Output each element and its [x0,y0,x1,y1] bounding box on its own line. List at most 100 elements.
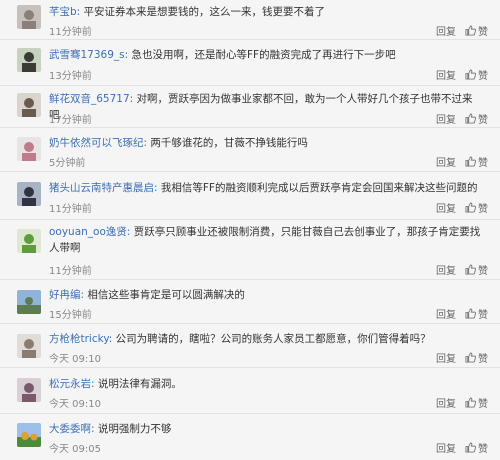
user-avatar[interactable] [17,334,41,358]
user-avatar[interactable] [17,137,41,161]
timestamp: 5分钟前 [49,158,86,169]
user-avatar[interactable] [17,5,41,29]
reply-button[interactable]: 回复 [436,262,456,277]
username[interactable]: 猪头山云南特产惠晨启: [49,182,158,194]
comment-actions: 回复 赞 [436,23,488,38]
comment-text-line: ooyuan_oo逸贤: 贾跃亭只顾事业还被限制消费，只能甘薇自己去创事业了，那… [49,224,482,256]
timestamp: 11分钟前 [49,204,92,215]
comment-text: 我相信等FF的融资顺利完成以后贾跃亭肯定会回国来解决这些问题的 [160,182,478,194]
comment-item: 武雪骞17369_s: 急也没用啊，还是耐心等FF的融资完成了再进行下一步吧 1… [0,40,500,86]
like-label: 赞 [478,354,488,365]
comment-list: 芊宝b: 平安证券本来是想要钱的，这么一来，钱更要不着了 11分钟前 回复 赞 … [0,0,500,460]
username[interactable]: 芊宝b: [49,6,80,18]
comment-text-line: 好冉编: 相信这些事肯定是可以圆满解决的 [49,287,482,303]
timestamp: 今天 09:05 [49,444,101,455]
thumbs-up-icon [465,202,476,213]
like-button[interactable]: 赞 [465,23,488,38]
comment-actions: 回复 赞 [436,67,488,82]
username[interactable]: 武雪骞17369_s: [49,49,128,61]
comment-item: 奶牛依然可以飞琢纪: 两千够谁花的，甘薇不挣钱能行吗 5分钟前 回复 赞 [0,128,500,172]
like-button[interactable]: 赞 [465,262,488,277]
thumbs-up-icon [465,156,476,167]
username[interactable]: 奶牛依然可以飞琢纪: [49,137,147,149]
reply-button[interactable]: 回复 [436,350,456,365]
comment-actions: 回复 赞 [436,306,488,321]
comment-item: 大委委啊: 说明强制力不够 今天 09:05 回复 赞 [0,414,500,460]
user-avatar[interactable] [17,182,41,206]
username[interactable]: 大委委啊: [49,423,95,435]
like-button[interactable]: 赞 [465,440,488,455]
comment-text-line: 大委委啊: 说明强制力不够 [49,421,482,437]
like-label: 赞 [478,266,488,277]
comment-actions: 回复 赞 [436,440,488,455]
like-button[interactable]: 赞 [465,395,488,410]
thumbs-up-icon [465,352,476,363]
comment-text-line: 松元永岩: 说明法律有漏洞。 [49,376,482,392]
like-button[interactable]: 赞 [465,111,488,126]
username[interactable]: 方枪枪tricky: [49,333,112,345]
thumbs-up-icon [465,442,476,453]
username[interactable]: 松元永岩: [49,378,95,390]
reply-button[interactable]: 回复 [436,111,456,126]
comment-item: 好冉编: 相信这些事肯定是可以圆满解决的 15分钟前 回复 赞 [0,280,500,324]
comment-text: 平安证券本来是想要钱的，这么一来，钱更要不着了 [83,6,326,18]
comment-text: 公司为聘请的，瞎啦？公司的账务人家员工都愿意，你们管得着吗？ [115,333,431,345]
user-avatar[interactable] [17,290,41,314]
timestamp: 今天 09:10 [49,399,101,410]
username[interactable]: 鲜花双音_65717: [49,93,133,105]
user-avatar[interactable] [17,423,41,447]
comment-text-line: 芊宝b: 平安证券本来是想要钱的，这么一来，钱更要不着了 [49,4,482,20]
user-avatar[interactable] [17,229,41,253]
thumbs-up-icon [465,264,476,275]
like-button[interactable]: 赞 [465,154,488,169]
comment-actions: 回复 赞 [436,111,488,126]
like-label: 赞 [478,158,488,169]
comment-item: 鲜花双音_65717: 对啊，贾跃亭因为做事业家都不回，敢为一个人带好几个孩子也… [0,86,500,128]
username[interactable]: ooyuan_oo逸贤: [49,226,130,238]
thumbs-up-icon [465,308,476,319]
like-button[interactable]: 赞 [465,350,488,365]
timestamp: 11分钟前 [49,27,92,38]
like-button[interactable]: 赞 [465,306,488,321]
reply-button[interactable]: 回复 [436,440,456,455]
timestamp: 11分钟前 [49,266,92,277]
like-label: 赞 [478,399,488,410]
reply-button[interactable]: 回复 [436,200,456,215]
like-label: 赞 [478,444,488,455]
reply-button[interactable]: 回复 [436,67,456,82]
like-label: 赞 [478,27,488,38]
comment-text-line: 奶牛依然可以飞琢纪: 两千够谁花的，甘薇不挣钱能行吗 [49,135,482,151]
thumbs-up-icon [465,25,476,36]
reply-button[interactable]: 回复 [436,23,456,38]
user-avatar[interactable] [17,48,41,72]
comment-actions: 回复 赞 [436,154,488,169]
user-avatar[interactable] [17,378,41,402]
comment-item: 芊宝b: 平安证券本来是想要钱的，这么一来，钱更要不着了 11分钟前 回复 赞 [0,0,500,40]
comment-item: 方枪枪tricky: 公司为聘请的，瞎啦？公司的账务人家员工都愿意，你们管得着吗… [0,324,500,368]
comment-item: ooyuan_oo逸贤: 贾跃亭只顾事业还被限制消费，只能甘薇自己去创事业了，那… [0,220,500,280]
thumbs-up-icon [465,397,476,408]
timestamp: 今天 09:10 [49,354,101,365]
like-label: 赞 [478,115,488,126]
reply-button[interactable]: 回复 [436,154,456,169]
comment-text-line: 鲜花双音_65717: 对啊，贾跃亭因为做事业家都不回，敢为一个人带好几个孩子也… [49,91,482,123]
comment-actions: 回复 赞 [436,262,488,277]
like-label: 赞 [478,310,488,321]
timestamp: 13分钟前 [49,71,92,82]
like-label: 赞 [478,204,488,215]
comment-actions: 回复 赞 [436,350,488,365]
timestamp: 17分钟前 [49,115,92,126]
like-button[interactable]: 赞 [465,67,488,82]
comment-text: 说明强制力不够 [97,423,172,435]
user-avatar[interactable] [17,93,41,117]
username[interactable]: 好冉编: [49,289,84,301]
like-label: 赞 [478,71,488,82]
comment-item: 松元永岩: 说明法律有漏洞。 今天 09:10 回复 赞 [0,368,500,414]
reply-button[interactable]: 回复 [436,395,456,410]
thumbs-up-icon [465,113,476,124]
comment-text-line: 方枪枪tricky: 公司为聘请的，瞎啦？公司的账务人家员工都愿意，你们管得着吗… [49,331,482,347]
comment-text: 相信这些事肯定是可以圆满解决的 [87,289,245,301]
reply-button[interactable]: 回复 [436,306,456,321]
like-button[interactable]: 赞 [465,200,488,215]
comment-actions: 回复 赞 [436,200,488,215]
